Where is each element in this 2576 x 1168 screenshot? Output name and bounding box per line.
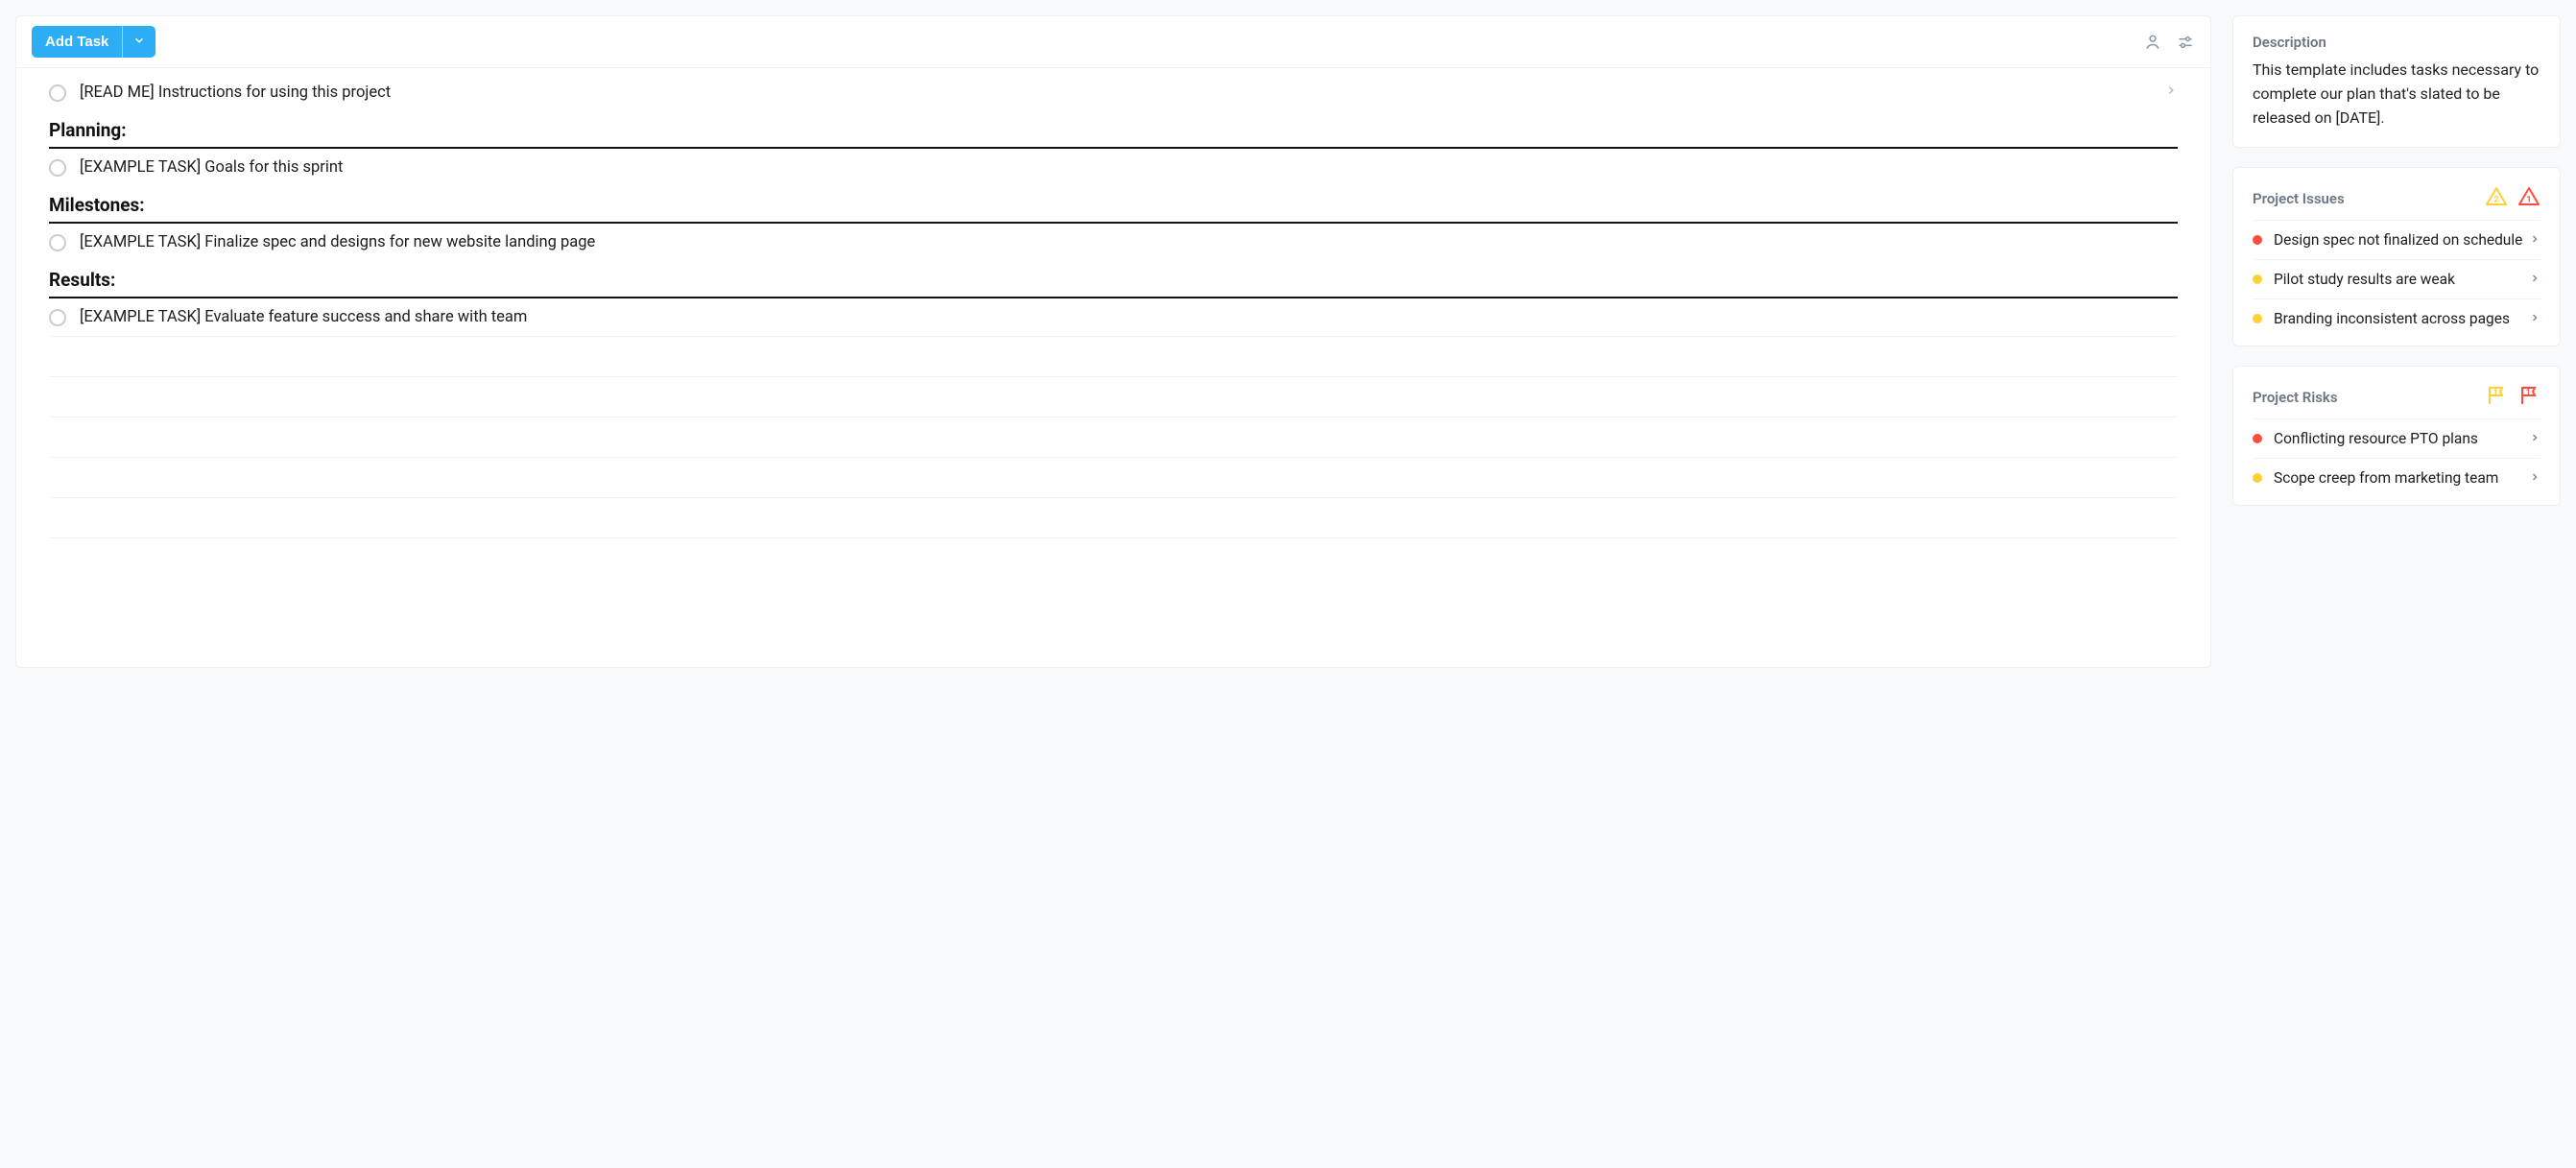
severity-dot-red: [2253, 434, 2262, 443]
severity-dot-yellow: [2253, 473, 2262, 483]
issue-text: Branding inconsistent across pages: [2274, 310, 2529, 327]
task-title: [EXAMPLE TASK] Evaluate feature success …: [80, 308, 2178, 326]
chevron-down-icon: [132, 34, 146, 50]
risk-row[interactable]: Scope creep from marketing team: [2253, 458, 2540, 497]
task-row[interactable]: [READ ME] Instructions for using this pr…: [49, 74, 2178, 111]
flag-yellow-icon: 1: [2485, 384, 2508, 411]
svg-text:1: 1: [2526, 388, 2531, 396]
task-title: [EXAMPLE TASK] Finalize spec and designs…: [80, 233, 2178, 251]
issues-card: Project Issues 2 1 Design spec not final…: [2232, 167, 2561, 346]
task-title: [EXAMPLE TASK] Goals for this sprint: [80, 158, 2178, 177]
svg-text:1: 1: [2493, 388, 2498, 396]
severity-dot-red: [2253, 235, 2262, 245]
risk-row[interactable]: Conflicting resource PTO plans: [2253, 418, 2540, 458]
risk-text: Conflicting resource PTO plans: [2274, 430, 2529, 447]
chevron-right-icon: [2529, 310, 2540, 327]
description-card: Description This template includes tasks…: [2232, 15, 2561, 148]
severity-dot-yellow: [2253, 314, 2262, 323]
issue-row[interactable]: Pilot study results are weak: [2253, 259, 2540, 298]
task-complete-radio[interactable]: [49, 309, 66, 326]
empty-task-row[interactable]: [49, 498, 2178, 538]
risk-text: Scope creep from marketing team: [2274, 469, 2529, 487]
empty-task-row[interactable]: [49, 377, 2178, 417]
task-complete-radio[interactable]: [49, 84, 66, 102]
risks-header: Project Risks: [2253, 389, 2338, 406]
task-row[interactable]: [EXAMPLE TASK] Finalize spec and designs…: [49, 224, 2178, 261]
chevron-right-icon: [2529, 430, 2540, 447]
chevron-right-icon: [2529, 271, 2540, 288]
task-complete-radio[interactable]: [49, 159, 66, 177]
person-icon[interactable]: [2143, 33, 2162, 52]
svg-text:2: 2: [2493, 196, 2498, 205]
task-row[interactable]: [EXAMPLE TASK] Evaluate feature success …: [49, 298, 2178, 337]
task-row[interactable]: [EXAMPLE TASK] Goals for this sprint: [49, 149, 2178, 186]
add-task-dropdown-button[interactable]: [122, 26, 155, 58]
flag-red-icon: 1: [2517, 384, 2540, 411]
empty-task-row[interactable]: [49, 417, 2178, 458]
warning-triangle-yellow-icon: 2: [2485, 185, 2508, 212]
right-column: Description This template includes tasks…: [2232, 15, 2561, 668]
add-task-button[interactable]: Add Task: [32, 26, 122, 58]
chevron-right-icon: [2529, 231, 2540, 249]
warning-triangle-red-icon: 1: [2517, 185, 2540, 212]
chevron-right-icon: [2529, 469, 2540, 487]
section-header-planning[interactable]: Planning:: [49, 111, 2178, 149]
description-header: Description: [2253, 34, 2540, 51]
svg-text:1: 1: [2526, 196, 2531, 205]
settings-sliders-icon[interactable]: [2176, 33, 2195, 52]
issue-row[interactable]: Design spec not finalized on schedule: [2253, 220, 2540, 259]
risks-card: Project Risks 1 1 Conflicting resource P…: [2232, 366, 2561, 506]
chevron-right-icon: [2164, 83, 2178, 102]
section-header-milestones[interactable]: Milestones:: [49, 186, 2178, 224]
task-complete-radio[interactable]: [49, 234, 66, 251]
tasks-panel: Add Task [READ ME] Instructions for usin…: [15, 15, 2211, 668]
empty-task-row[interactable]: [49, 458, 2178, 498]
issue-row[interactable]: Branding inconsistent across pages: [2253, 298, 2540, 338]
severity-dot-yellow: [2253, 274, 2262, 284]
issue-text: Design spec not finalized on schedule: [2274, 231, 2529, 249]
issue-text: Pilot study results are weak: [2274, 271, 2529, 288]
task-list: [READ ME] Instructions for using this pr…: [16, 68, 2210, 558]
task-title: [READ ME] Instructions for using this pr…: [80, 83, 2164, 102]
description-text: This template includes tasks necessary t…: [2253, 59, 2540, 139]
section-header-results[interactable]: Results:: [49, 261, 2178, 298]
issues-header: Project Issues: [2253, 190, 2345, 207]
toolbar: Add Task: [16, 16, 2210, 68]
add-task-button-group: Add Task: [32, 26, 155, 58]
empty-task-row[interactable]: [49, 337, 2178, 377]
